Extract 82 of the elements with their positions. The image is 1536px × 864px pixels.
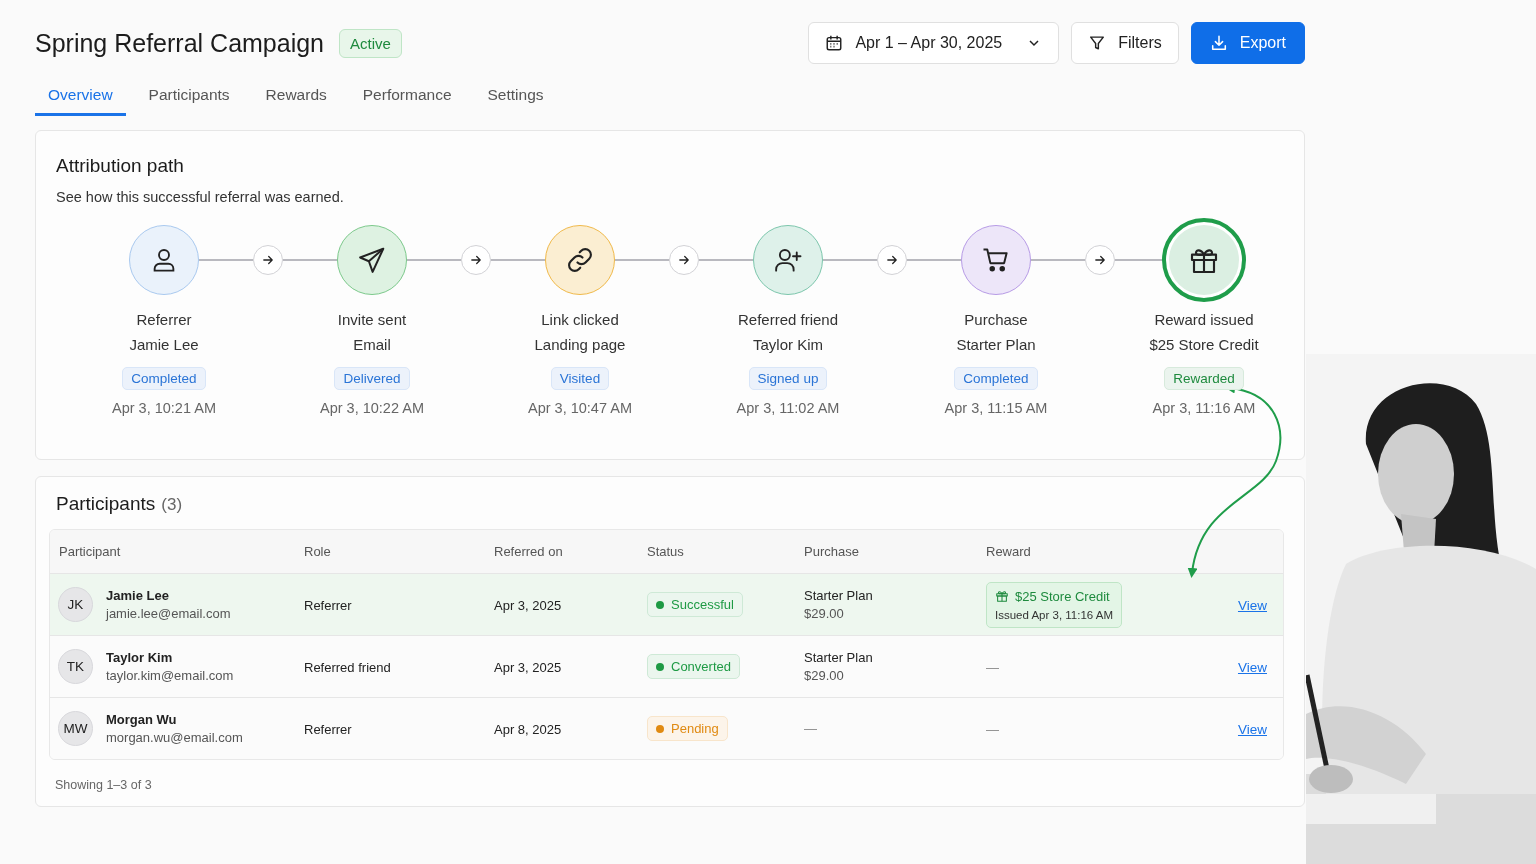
gift-icon [995,589,1009,603]
tab[interactable]: Participants [135,80,243,116]
empty-dash: — [986,659,999,675]
purchase-plan: Starter Plan [804,588,874,603]
tab[interactable]: Settings [474,80,557,116]
participant-name: Jamie Lee [106,588,170,603]
participant-email: jamie.lee@email.com [106,606,231,621]
section-subtitle: See how this successful referral was earned. [56,189,345,205]
purchase-price: $29.00 [804,668,845,683]
column-header: Referred on [493,544,564,559]
participant-email: morgan.wu@email.com [106,730,243,745]
table-cell: Apr 3, 2025 [494,597,562,613]
tab[interactable]: Rewards [252,80,340,116]
avatar-initials: TK [58,649,93,684]
column-header: Purchase [803,544,860,559]
empty-dash: — [986,721,999,737]
reward-issued: Issued Apr 3, 11:16 AM [995,608,1114,621]
column-header: Role [303,544,332,559]
column-header: Participant [58,544,122,559]
step-detail: Landing page [534,336,626,353]
date-range-picker[interactable]: Apr 1 – Apr 30, 2025 [808,22,1060,64]
avatar-initials: MW [58,711,93,746]
page-title: Spring Referral Campaign [35,28,325,58]
participant-name: Morgan Wu [106,712,178,727]
step-status-badge: Completed [122,367,206,390]
column-header: Status [646,544,685,559]
reward-title: $25 Store Credit [1015,588,1110,604]
filters-button[interactable]: Filters [1071,22,1179,64]
section-title: Participants [56,493,156,515]
calendar-icon [825,34,844,52]
view-link[interactable]: View [1237,659,1267,675]
step-label: Purchase [964,311,1028,328]
empty-dash: — [804,721,818,736]
avatar-initials: JK [58,587,93,622]
table-cell: Referrer [304,597,352,613]
paper-plane-icon [357,245,387,275]
step-time: Apr 3, 11:15 AM [944,400,1048,416]
step-status-badge: Signed up [748,367,828,390]
step-status-badge: Visited [550,367,610,390]
step-detail: Email [353,336,391,353]
step-label: Referred friend [737,311,839,328]
table-row[interactable]: JK Jamie Lee jamie.lee@email.com Referrer Apr 3, 2025 Successful Starter Plan $29.00 $25 Store Credit Issued Apr 3, 11:16 AM View [50,574,1283,636]
step-label: Invite sent [337,311,407,328]
column-header: Reward [985,544,1032,559]
step-time: Apr 3, 11:02 AM [736,400,840,416]
step-time: Apr 3, 11:16 AM [1152,400,1256,416]
filter-icon [1088,34,1107,52]
pagination-summary: Showing 1–3 of 3 [54,778,153,792]
step-time: Apr 3, 10:22 AM [320,400,424,416]
view-link[interactable]: View [1237,721,1267,737]
status-pill: Successful [647,592,743,617]
tab[interactable]: Overview [35,80,126,116]
view-link[interactable]: View [1237,597,1267,613]
purchase-plan: Starter Plan [804,650,874,665]
step-label: Reward issued [1154,311,1254,328]
export-button[interactable]: Export [1190,22,1305,64]
step-detail: $25 Store Credit [1149,336,1259,353]
step-status-badge: Completed [954,367,1038,390]
status-pill: Pending [647,716,728,741]
participant-name: Taylor Kim [106,650,174,665]
table-cell: Apr 3, 2025 [494,659,562,675]
status-badge: Active [339,28,402,58]
participant-email: taylor.kim@email.com [106,668,234,683]
download-icon [1209,34,1228,52]
purchase-price: $29.00 [804,606,845,621]
section-title: Attribution path [56,155,185,177]
step-status-badge: Rewarded [1164,367,1244,390]
participant-count: (3) [161,495,183,515]
step-detail: Taylor Kim [753,336,823,353]
step-detail: Jamie Lee [129,336,199,353]
table-cell: Referred friend [304,659,391,675]
step-time: Apr 3, 10:21 AM [112,400,216,416]
step-time: Apr 3, 10:47 AM [528,400,632,416]
step-label: Link clicked [541,311,619,328]
step-detail: Starter Plan [956,336,1036,353]
table-cell: Apr 8, 2025 [494,721,562,737]
step-label: Referrer [136,311,192,328]
tab[interactable]: Performance [349,80,465,116]
link-icon [565,245,595,275]
status-pill: Converted [647,654,740,679]
table-cell: Referrer [304,721,352,737]
step-status-badge: Delivered [334,367,410,390]
